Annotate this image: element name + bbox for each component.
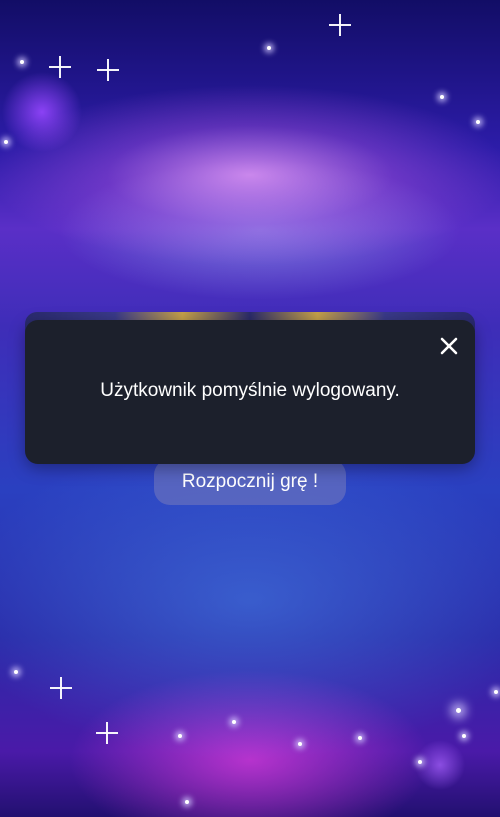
star-icon [456,708,461,713]
sparkle-icon [49,56,71,78]
sparkle-icon [96,722,118,744]
star-icon [440,95,444,99]
star-icon [298,742,302,746]
logout-notification-modal: Użytkownik pomyślnie wylogowany. [25,320,475,464]
star-icon [494,690,498,694]
logout-success-message: Użytkownik pomyślnie wylogowany. [100,380,400,401]
star-icon [358,736,362,740]
star-icon [476,120,480,124]
star-icon [178,734,182,738]
close-button[interactable] [437,334,461,358]
sparkle-icon [329,14,351,36]
star-icon [267,46,271,50]
star-icon [20,60,24,64]
star-icon [462,734,466,738]
sparkle-icon [50,677,72,699]
star-icon [185,800,189,804]
start-game-button[interactable]: Rozpocznij grę ! [154,459,346,505]
sparkle-icon [97,59,119,81]
star-icon [418,760,422,764]
star-icon [4,140,8,144]
star-icon [232,720,236,724]
close-icon [440,337,458,355]
star-icon [14,670,18,674]
